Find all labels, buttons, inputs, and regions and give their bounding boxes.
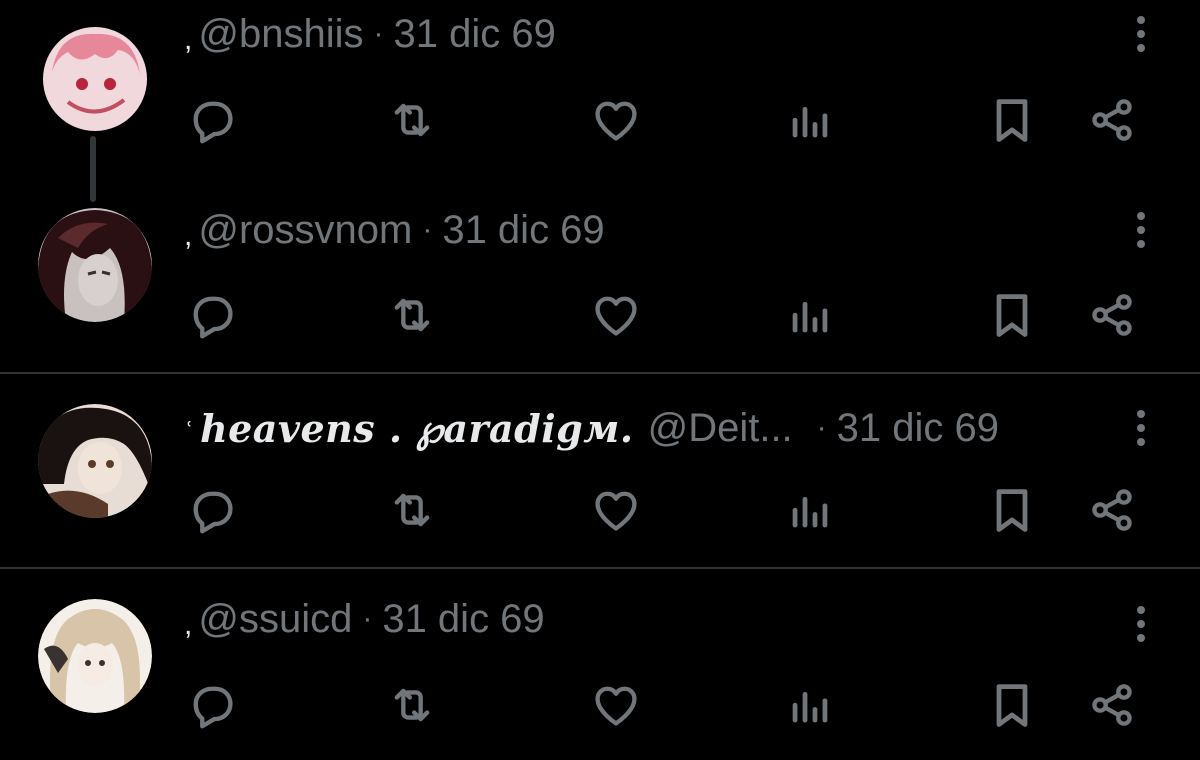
post-header: , @rossvnom · 31 dic 69 — [184, 206, 1090, 254]
post-header: , @ssuicd · 31 dic 69 — [184, 595, 1090, 643]
display-name[interactable]: ℎeavens . ℘aradigм. — [200, 406, 634, 451]
post[interactable]: , @bnshiis · 31 dic 69 — [0, 0, 1200, 202]
post-actions — [0, 480, 1200, 540]
views-icon[interactable] — [780, 90, 840, 150]
bookmark-icon[interactable] — [982, 480, 1042, 540]
separator-dot: · — [422, 213, 433, 246]
post-timestamp[interactable]: 31 dic 69 — [393, 12, 555, 57]
bookmark-icon[interactable] — [982, 285, 1042, 345]
retweet-icon[interactable] — [382, 285, 442, 345]
retweet-icon[interactable] — [382, 675, 442, 735]
reply-icon[interactable] — [182, 285, 242, 345]
more-options-icon[interactable] — [1122, 206, 1160, 254]
post[interactable]: , @rossvnom · 31 dic 69 — [0, 196, 1200, 372]
more-options-icon[interactable] — [1122, 10, 1160, 58]
name-prefix: , — [184, 219, 193, 252]
bookmark-icon[interactable] — [982, 675, 1042, 735]
bookmark-icon[interactable] — [982, 90, 1042, 150]
post-timestamp[interactable]: 31 dic 69 — [837, 406, 999, 451]
post[interactable]: ʿ ℎeavens . ℘aradigм. @Deit... · 31 dic … — [0, 374, 1200, 566]
views-icon[interactable] — [780, 675, 840, 735]
reply-icon[interactable] — [182, 480, 242, 540]
name-prefix: , — [184, 23, 193, 56]
retweet-icon[interactable] — [382, 480, 442, 540]
reply-icon[interactable] — [182, 90, 242, 150]
share-icon[interactable] — [1082, 675, 1142, 735]
post-actions — [0, 285, 1200, 345]
more-options-icon[interactable] — [1122, 404, 1160, 452]
views-icon[interactable] — [780, 285, 840, 345]
post-header: , @bnshiis · 31 dic 69 — [184, 10, 1090, 58]
post-timestamp[interactable]: 31 dic 69 — [382, 597, 544, 642]
views-icon[interactable] — [780, 480, 840, 540]
user-handle[interactable]: @bnshiis — [198, 12, 363, 57]
retweet-icon[interactable] — [382, 90, 442, 150]
separator-dot: · — [373, 17, 384, 50]
share-icon[interactable] — [1082, 480, 1142, 540]
name-prefix: , — [184, 608, 193, 641]
post[interactable]: , @ssuicd · 31 dic 69 — [0, 569, 1200, 760]
like-icon[interactable] — [586, 480, 646, 540]
user-handle[interactable]: @Deit... — [648, 406, 793, 451]
user-handle[interactable]: @rossvnom — [198, 208, 412, 253]
separator-dot: · — [362, 602, 373, 635]
user-handle[interactable]: @ssuicd — [198, 597, 352, 642]
name-prefix: ʿ — [184, 417, 194, 450]
post-header: ʿ ℎeavens . ℘aradigм. @Deit... · 31 dic … — [184, 404, 1090, 452]
post-timestamp[interactable]: 31 dic 69 — [442, 208, 604, 253]
like-icon[interactable] — [586, 90, 646, 150]
like-icon[interactable] — [586, 285, 646, 345]
timeline-feed: , @bnshiis · 31 dic 69 , @rossvnom · 31 … — [0, 0, 1200, 760]
share-icon[interactable] — [1082, 285, 1142, 345]
like-icon[interactable] — [586, 675, 646, 735]
post-actions — [0, 675, 1200, 735]
share-icon[interactable] — [1082, 90, 1142, 150]
more-options-icon[interactable] — [1122, 600, 1160, 648]
reply-icon[interactable] — [182, 675, 242, 735]
post-actions — [0, 90, 1200, 150]
separator-dot: · — [816, 411, 827, 444]
